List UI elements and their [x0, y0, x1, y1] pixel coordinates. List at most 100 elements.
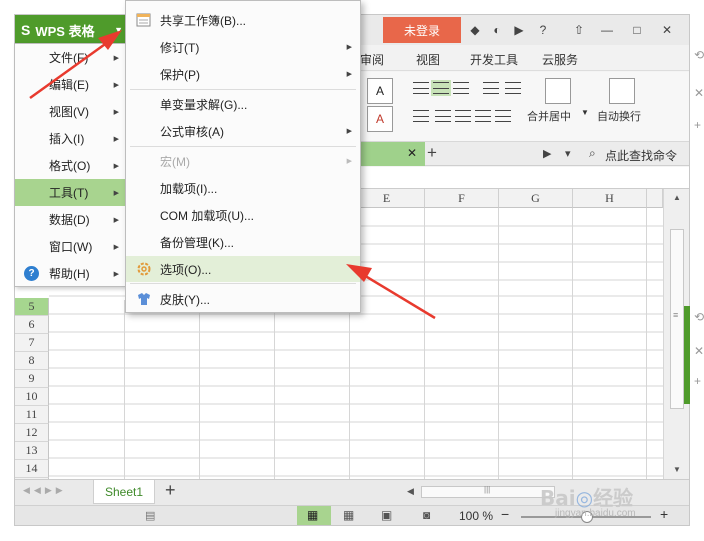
skin-icon[interactable]: ◆	[467, 22, 483, 38]
new-tab-icon[interactable]: +	[427, 143, 437, 163]
submenu-share-workbook[interactable]: 共享工作簿(B)...	[126, 7, 360, 33]
row-header-5[interactable]: 5	[15, 298, 49, 316]
wps-menu-button[interactable]: S WPS 表格 ▼	[15, 15, 127, 45]
normal-view-button[interactable]: ▦	[297, 506, 331, 525]
command-search[interactable]: 点此查找命令	[605, 147, 677, 164]
menu-item-view[interactable]: 视图(V) ▶	[15, 98, 125, 125]
grid-view-icon: ▦	[307, 508, 319, 522]
merge-center-label[interactable]: 合并居中	[527, 108, 571, 124]
align-right-icon[interactable]	[455, 110, 471, 122]
align-left-icon[interactable]	[413, 110, 429, 122]
align-bottom-icon[interactable]	[453, 82, 469, 94]
settings-dropdown-icon[interactable]: ▾	[565, 147, 571, 160]
submenu-addins[interactable]: 加载项(I)...	[126, 175, 360, 201]
eye-protect-icon[interactable]: ◙	[423, 508, 430, 522]
watermark: Bai◎经验	[540, 486, 634, 510]
layout-view-icon[interactable]: ▣	[381, 508, 392, 522]
merge-center-icon[interactable]	[545, 78, 571, 104]
font-increase-icon[interactable]: A	[367, 78, 393, 104]
scroll-down-icon[interactable]: ▼	[673, 465, 681, 474]
sheet-tab-sheet1[interactable]: Sheet1	[93, 480, 155, 504]
menu-item-window[interactable]: 窗口(W) ▶	[15, 233, 125, 260]
menu-item-tools[interactable]: 工具(T) ▶	[15, 179, 125, 206]
add-sheet-button[interactable]: +	[165, 480, 176, 501]
help-icon[interactable]: ?	[535, 22, 551, 38]
chevron-right-icon: ▶	[113, 270, 119, 278]
row-header-10[interactable]: 10	[15, 388, 49, 406]
row-header-12[interactable]: 12	[15, 424, 49, 442]
tab-review[interactable]: 审阅	[360, 51, 384, 68]
row-header-6[interactable]: 6	[15, 316, 49, 334]
grip-icon: ≡	[673, 310, 679, 320]
minimize-icon[interactable]: —	[599, 22, 615, 38]
present-icon[interactable]: ▶	[543, 147, 551, 160]
justify-icon[interactable]	[475, 110, 491, 122]
submenu-goal-seek[interactable]: 单变量求解(G)...	[126, 91, 360, 117]
chevron-right-icon: ▶	[113, 162, 119, 170]
tab-developer[interactable]: 开发工具	[470, 51, 518, 68]
share-workbook-icon	[136, 13, 151, 27]
row-header-8[interactable]: 8	[15, 352, 49, 370]
login-button[interactable]: 未登录	[383, 17, 461, 43]
search-icon[interactable]: ⌕	[589, 146, 596, 161]
zoom-level[interactable]: 100 %	[459, 509, 493, 523]
submenu-options[interactable]: 选项(O)...	[126, 256, 360, 282]
scroll-up-icon[interactable]: ▲	[673, 193, 681, 202]
wrap-lines-icon[interactable]	[483, 82, 499, 94]
align-middle-icon[interactable]	[431, 80, 451, 96]
menu-item-data[interactable]: 数据(D) ▶	[15, 206, 125, 233]
menu-item-insert[interactable]: 插入(I) ▶	[15, 125, 125, 152]
align-top-icon[interactable]	[413, 82, 429, 94]
chevron-right-icon: ▶	[113, 108, 119, 116]
submenu-com-addins[interactable]: COM 加载项(U)...	[126, 202, 360, 228]
menu-item-file[interactable]: 文件(F) ▶	[15, 44, 125, 71]
page-break-view-icon[interactable]: ▦	[343, 508, 354, 522]
row-header-7[interactable]: 7	[15, 334, 49, 352]
row-header-9[interactable]: 9	[15, 370, 49, 388]
row-header-11[interactable]: 11	[15, 406, 49, 424]
scrollbar-thumb[interactable]: ≡	[670, 229, 684, 409]
hscroll-left-icon[interactable]: ◀	[407, 486, 414, 497]
submenu-skin[interactable]: 皮肤(Y)...	[126, 286, 360, 312]
grip-icon: |||	[484, 485, 491, 494]
tab-view[interactable]: 视图	[416, 51, 440, 68]
gear-icon	[137, 262, 151, 276]
help-center-icon[interactable]: ◐	[489, 22, 505, 38]
menu-item-edit[interactable]: 编辑(E) ▶	[15, 71, 125, 98]
edge-close-icon: ✕	[694, 344, 704, 358]
auto-wrap-icon[interactable]	[609, 78, 635, 104]
submenu-label: COM 加载项(U)...	[160, 208, 254, 223]
row-header-13[interactable]: 13	[15, 442, 49, 460]
align-center-icon[interactable]	[435, 110, 451, 122]
submenu-formula-audit[interactable]: 公式审核(A) ▶	[126, 118, 360, 144]
menu-item-format[interactable]: 格式(O) ▶	[15, 152, 125, 179]
sheet-nav-icons[interactable]: ◀◀▶▶	[23, 485, 67, 496]
submenu-revision[interactable]: 修订(T) ▶	[126, 34, 360, 60]
tab-cloud[interactable]: 云服务	[542, 51, 578, 68]
font-color-icon[interactable]: A	[367, 106, 393, 132]
row-header-14[interactable]: 14	[15, 460, 49, 478]
side-panel-handle[interactable]	[684, 306, 690, 404]
chevron-down-icon[interactable]: ▼	[581, 108, 589, 117]
close-icon[interactable]: ✕	[659, 22, 675, 38]
distributed-icon[interactable]	[495, 110, 511, 122]
menu-item-help[interactable]: ? 帮助(H) ▶	[15, 260, 125, 287]
auto-wrap-label[interactable]: 自动换行	[597, 108, 641, 124]
chevron-right-icon: ▶	[346, 128, 352, 135]
feedback-icon[interactable]: ▶	[511, 22, 527, 38]
maximize-icon[interactable]: □	[629, 22, 645, 38]
indent-icon[interactable]	[505, 82, 521, 94]
chevron-right-icon: ▶	[113, 81, 119, 89]
submenu-label: 修订(T)	[160, 40, 200, 55]
submenu-backup[interactable]: 备份管理(K)...	[126, 229, 360, 255]
menu-separator	[130, 146, 356, 147]
wps-logo-icon: S	[21, 22, 31, 38]
submenu-protect[interactable]: 保护(P) ▶	[126, 61, 360, 87]
edge-arrow-icon: ⟲	[694, 48, 704, 62]
zoom-out-icon[interactable]: −	[501, 506, 509, 522]
horizontal-scrollbar-thumb[interactable]: |||	[421, 485, 555, 498]
upload-icon[interactable]: ⇧	[571, 22, 587, 38]
tools-submenu: 共享工作簿(B)... 修订(T) ▶ 保护(P) ▶ 单变量求解(G)... 公式…	[125, 0, 361, 313]
close-tab-icon[interactable]: ✕	[407, 146, 417, 160]
zoom-in-icon[interactable]: +	[660, 506, 668, 522]
